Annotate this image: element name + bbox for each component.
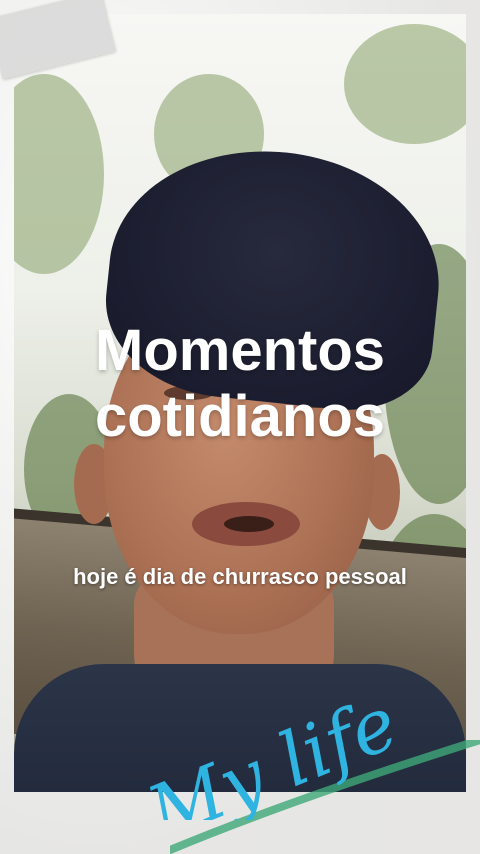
overlay-title: Momentos cotidianos (94, 318, 386, 449)
overlay-caption: hoje é dia de churrasco pessoal (73, 564, 407, 589)
my-life-script: My life (134, 700, 409, 820)
mouth-inner (224, 516, 274, 532)
my-life-text: My life (134, 700, 409, 820)
tree-foliage (344, 24, 466, 144)
tree-foliage (14, 74, 104, 274)
